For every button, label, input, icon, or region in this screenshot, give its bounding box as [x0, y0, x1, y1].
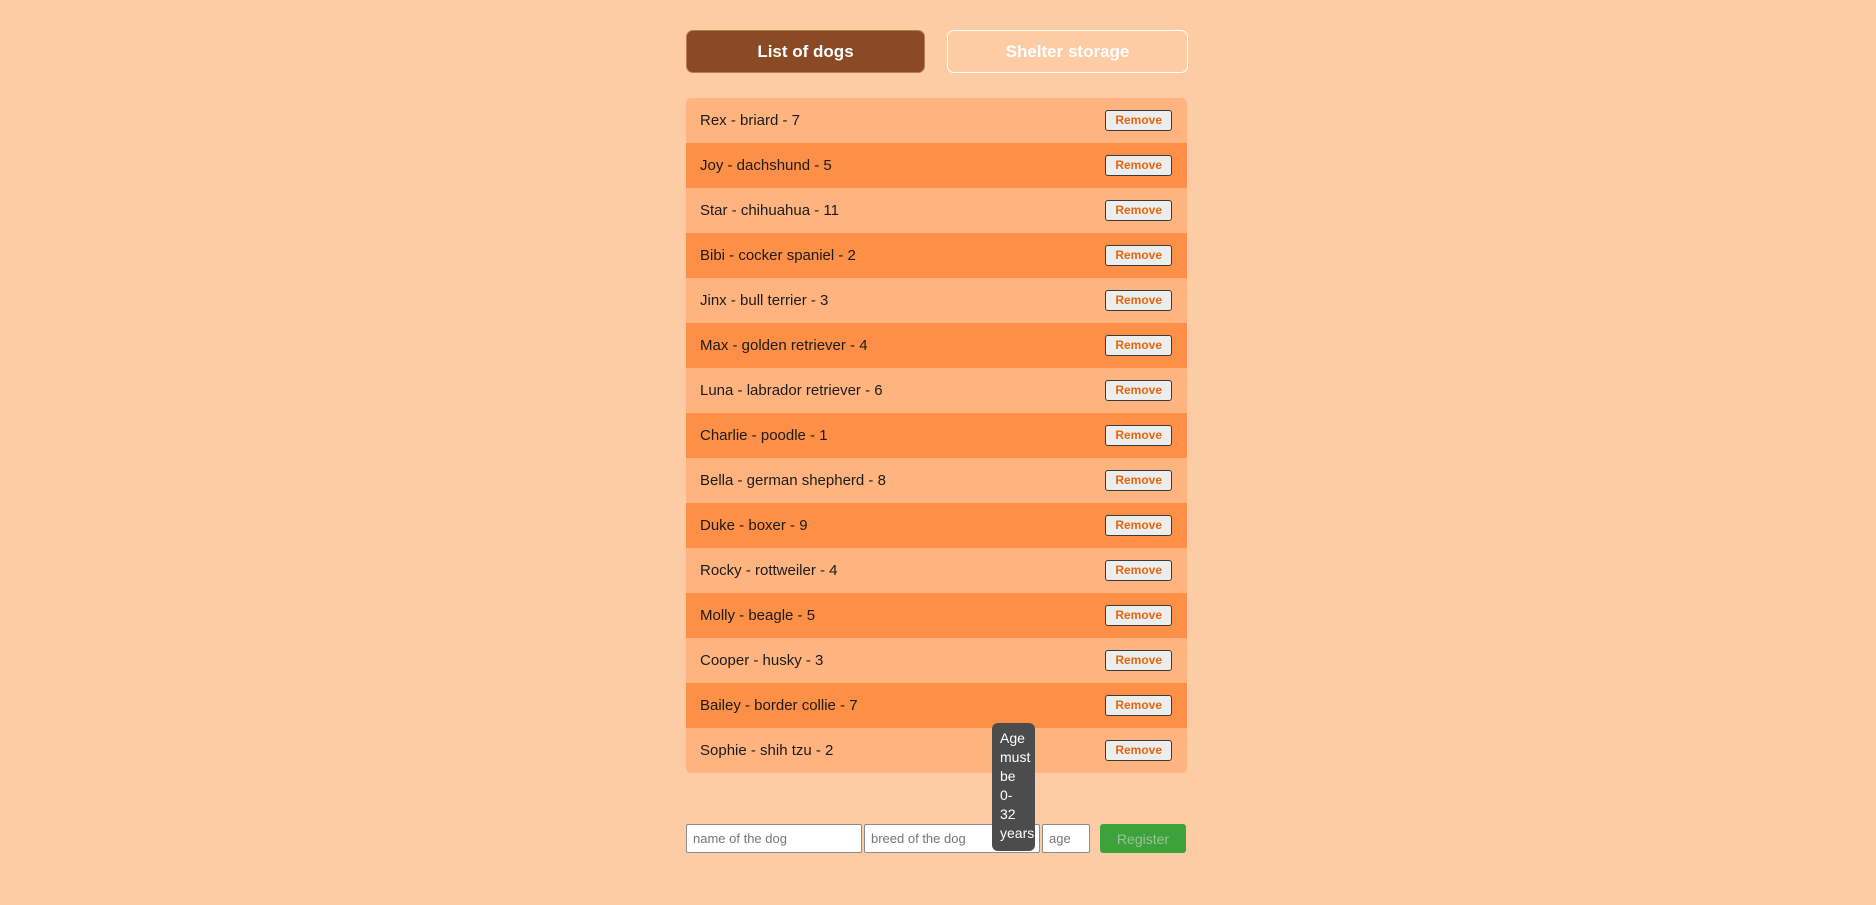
remove-dog-button[interactable]: Remove: [1105, 110, 1172, 131]
register-dog-form: Register: [686, 824, 1187, 853]
dog-age-input[interactable]: [1042, 824, 1090, 853]
remove-dog-button[interactable]: Remove: [1105, 335, 1172, 356]
dog-list: Rex - briard - 7 Remove Joy - dachshund - …: [686, 98, 1187, 773]
dog-list-item: Jinx - bull terrier - 3 Remove: [686, 278, 1187, 323]
remove-dog-button[interactable]: Remove: [1105, 740, 1172, 761]
remove-dog-button[interactable]: Remove: [1105, 605, 1172, 626]
dog-label: Star - chihuahua - 11: [700, 202, 839, 219]
dog-name-input[interactable]: [686, 824, 862, 853]
dog-list-item: Luna - labrador retriever - 6 Remove: [686, 368, 1187, 413]
dog-label: Bella - german shepherd - 8: [700, 472, 886, 489]
age-validation-tooltip: Age must be 0-32 years: [992, 723, 1035, 851]
remove-dog-button[interactable]: Remove: [1105, 695, 1172, 716]
dog-list-item: Bibi - cocker spaniel - 2 Remove: [686, 233, 1187, 278]
dog-list-item: Duke - boxer - 9 Remove: [686, 503, 1187, 548]
remove-dog-button[interactable]: Remove: [1105, 155, 1172, 176]
dog-list-item: Bella - german shepherd - 8 Remove: [686, 458, 1187, 503]
dog-list-item: Max - golden retriever - 4 Remove: [686, 323, 1187, 368]
remove-dog-button[interactable]: Remove: [1105, 425, 1172, 446]
dog-list-item: Molly - beagle - 5 Remove: [686, 593, 1187, 638]
dog-label: Duke - boxer - 9: [700, 517, 808, 534]
dog-label: Rocky - rottweiler - 4: [700, 562, 838, 579]
remove-dog-button[interactable]: Remove: [1105, 560, 1172, 581]
dog-shelter-app: List of dogs Shelter storage Rex - briar…: [0, 0, 1876, 905]
dog-list-item: Charlie - poodle - 1 Remove: [686, 413, 1187, 458]
remove-dog-button[interactable]: Remove: [1105, 470, 1172, 491]
dog-list-item: Rex - briard - 7 Remove: [686, 98, 1187, 143]
dog-label: Cooper - husky - 3: [700, 652, 824, 669]
dog-list-item: Rocky - rottweiler - 4 Remove: [686, 548, 1187, 593]
dog-label: Molly - beagle - 5: [700, 607, 816, 624]
remove-dog-button[interactable]: Remove: [1105, 200, 1172, 221]
dog-label: Bibi - cocker spaniel - 2: [700, 247, 856, 264]
dog-label: Rex - briard - 7: [700, 112, 801, 129]
dog-label: Bailey - border collie - 7: [700, 697, 858, 714]
dog-list-item: Cooper - husky - 3 Remove: [686, 638, 1187, 683]
tab-shelter-storage[interactable]: Shelter storage: [947, 30, 1188, 73]
dog-label: Sophie - shih tzu - 2: [700, 742, 834, 759]
remove-dog-button[interactable]: Remove: [1105, 290, 1172, 311]
dog-list-item: Star - chihuahua - 11 Remove: [686, 188, 1187, 233]
dog-label: Jinx - bull terrier - 3: [700, 292, 829, 309]
remove-dog-button[interactable]: Remove: [1105, 515, 1172, 536]
dog-list-item: Bailey - border collie - 7 Remove: [686, 683, 1187, 728]
remove-dog-button[interactable]: Remove: [1105, 245, 1172, 266]
dog-label: Max - golden retriever - 4: [700, 337, 868, 354]
register-button[interactable]: Register: [1100, 824, 1186, 853]
dog-label: Luna - labrador retriever - 6: [700, 382, 883, 399]
tab-list-of-dogs[interactable]: List of dogs: [686, 30, 925, 73]
dog-label: Charlie - poodle - 1: [700, 427, 828, 444]
remove-dog-button[interactable]: Remove: [1105, 650, 1172, 671]
dog-list-item: Joy - dachshund - 5 Remove: [686, 143, 1187, 188]
tab-bar: List of dogs Shelter storage: [686, 30, 1190, 73]
dog-list-item: Sophie - shih tzu - 2 Remove: [686, 728, 1187, 773]
dog-label: Joy - dachshund - 5: [700, 157, 832, 174]
remove-dog-button[interactable]: Remove: [1105, 380, 1172, 401]
